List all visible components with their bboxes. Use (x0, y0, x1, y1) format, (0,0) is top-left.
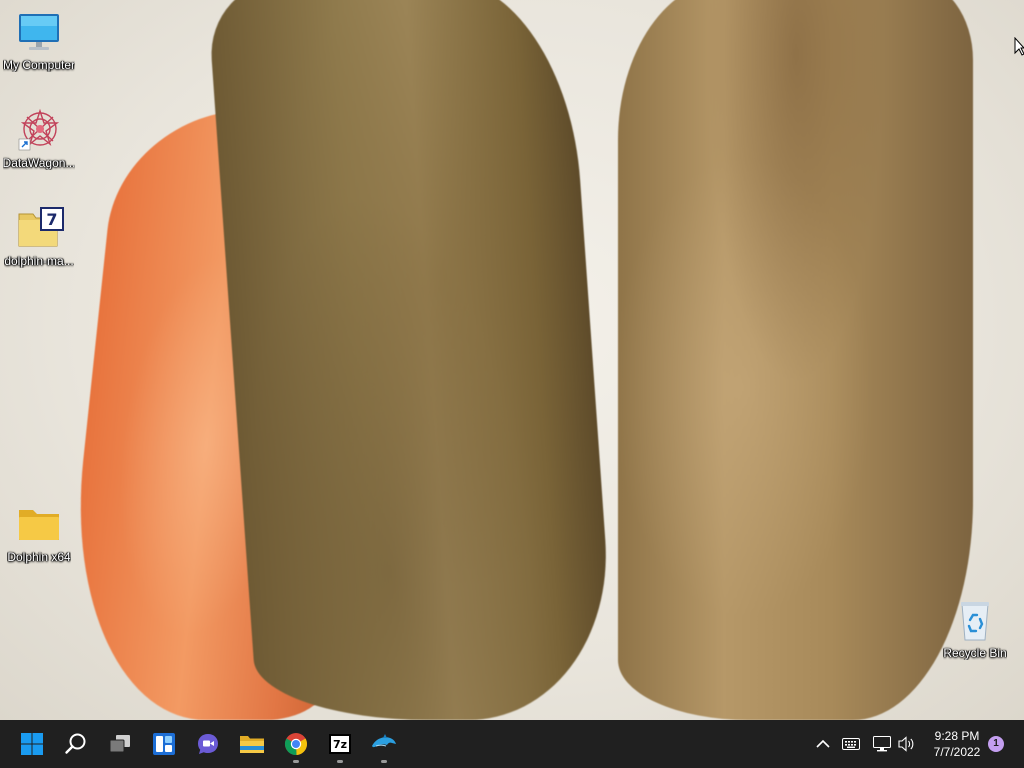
chrome-button[interactable] (276, 724, 316, 764)
desktop-icon-dolphin-archive[interactable]: 7 dolphin-ma... (0, 200, 78, 268)
search-icon (65, 733, 86, 754)
show-hidden-icons-button[interactable] (812, 732, 834, 756)
desktop-icon-recycle-bin[interactable]: Recycle Bin (936, 592, 1014, 660)
widgets-icon (153, 733, 175, 755)
wallpaper-middle-leg (206, 0, 618, 720)
desktop-icon-label: My Computer (2, 58, 76, 72)
7zip-button[interactable]: 7z (320, 724, 360, 764)
taskbar: 7z 9:28 PM 7/7/2022 1 (0, 720, 1024, 768)
clock-time: 9:28 PM (934, 729, 980, 743)
7zip-archive-icon: 7 (17, 206, 64, 250)
desktop-icon-datawagon[interactable]: DataWagon... (0, 102, 78, 170)
svg-text:7: 7 (46, 210, 57, 229)
dolphin-icon (372, 734, 396, 748)
wallpaper-right-leg (618, 0, 973, 720)
keyboard-button[interactable] (840, 732, 862, 756)
7zip-icon-text: 7z (332, 737, 348, 751)
running-indicator (381, 760, 387, 763)
widgets-button[interactable] (144, 724, 184, 764)
recycle-bin-icon (953, 598, 997, 642)
task-view-icon (109, 735, 130, 753)
notification-count: 1 (993, 738, 999, 749)
notification-badge[interactable]: 1 (988, 736, 1004, 752)
desktop-icon-label: DataWagon... (2, 156, 76, 170)
desktop-icon-my-computer[interactable]: My Computer (0, 4, 78, 72)
running-indicator (337, 760, 343, 763)
task-view-button[interactable] (100, 724, 140, 764)
desktop-icon-label: Recycle Bin (943, 646, 1007, 660)
clock[interactable]: 9:28 PM 7/7/2022 (925, 728, 989, 760)
chat-button[interactable] (188, 724, 228, 764)
desktop-icon-dolphin-x64[interactable]: Dolphin x64 (0, 496, 78, 564)
monitor-icon (17, 10, 61, 54)
network-button[interactable] (871, 732, 893, 756)
windows-start-icon (21, 733, 43, 755)
search-button[interactable] (56, 724, 96, 764)
volume-button[interactable] (896, 732, 918, 756)
running-indicator (293, 760, 299, 763)
desktop: My Computer DataWagon... 7 dolphin-ma...… (0, 0, 1024, 720)
desktop-icon-label: dolphin-ma... (4, 254, 74, 268)
dolphin-button[interactable] (364, 724, 404, 764)
7zip-icon: 7z (329, 734, 351, 754)
clock-date: 7/7/2022 (933, 745, 981, 759)
start-button[interactable] (12, 724, 52, 764)
chrome-icon (285, 733, 307, 756)
folder-icon (17, 502, 61, 546)
speaker-icon (898, 736, 914, 752)
chevron-up-icon (816, 739, 830, 748)
file-explorer-icon (240, 736, 264, 753)
file-explorer-button[interactable] (232, 724, 272, 764)
chat-icon (198, 734, 218, 754)
mouse-pointer-icon (1014, 37, 1024, 56)
datawagon-shortcut-icon (17, 108, 61, 152)
network-icon (873, 736, 891, 752)
keyboard-icon (842, 738, 860, 750)
desktop-icon-label: Dolphin x64 (7, 550, 71, 564)
